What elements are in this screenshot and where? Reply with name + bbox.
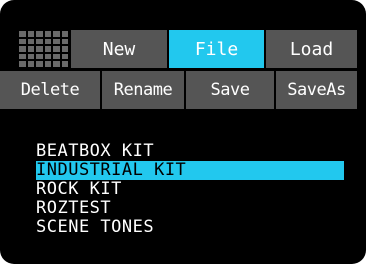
grid-icon[interactable] xyxy=(18,30,69,68)
grid-cell xyxy=(36,31,43,37)
grid-cell xyxy=(36,53,43,60)
grid-cell xyxy=(44,46,51,52)
grid-cell xyxy=(61,31,68,37)
rename-button[interactable]: Rename xyxy=(102,71,184,109)
grid-cell xyxy=(44,61,51,67)
grid-cell xyxy=(27,31,34,37)
grid-cell xyxy=(27,61,34,67)
grid-cell xyxy=(61,61,68,67)
file-item-roztest[interactable]: ROZTEST xyxy=(36,199,344,218)
device-screen: New File Load Delete Rename Save SaveAs … xyxy=(0,0,366,264)
grid-cell xyxy=(27,46,34,52)
file-item-beatbox-kit[interactable]: BEATBOX KIT xyxy=(36,142,344,161)
new-button[interactable]: New xyxy=(71,30,167,68)
delete-button[interactable]: Delete xyxy=(0,71,100,109)
grid-cell xyxy=(53,53,60,60)
saveas-button[interactable]: SaveAs xyxy=(276,71,357,109)
file-item-rock-kit[interactable]: ROCK KIT xyxy=(36,180,344,199)
grid-cell xyxy=(53,31,60,37)
grid-cell xyxy=(53,46,60,52)
grid-cell xyxy=(19,46,26,52)
file-item-industrial-kit[interactable]: INDUSTRIAL KIT xyxy=(36,161,344,180)
grid-cell xyxy=(61,53,68,60)
save-button[interactable]: Save xyxy=(186,71,274,109)
grid-cell xyxy=(44,53,51,60)
file-list: BEATBOX KIT INDUSTRIAL KIT ROCK KIT ROZT… xyxy=(36,142,344,237)
grid-cell xyxy=(44,38,51,45)
grid-cell xyxy=(19,31,26,37)
grid-cell xyxy=(27,53,34,60)
grid-cell xyxy=(36,46,43,52)
grid-cell xyxy=(61,38,68,45)
grid-cell xyxy=(53,61,60,67)
grid-cell xyxy=(27,38,34,45)
grid-cell xyxy=(61,46,68,52)
grid-cell xyxy=(44,31,51,37)
grid-cell xyxy=(36,61,43,67)
file-button[interactable]: File xyxy=(169,30,264,68)
grid-cell xyxy=(36,38,43,45)
load-button[interactable]: Load xyxy=(266,30,357,68)
grid-cell xyxy=(19,38,26,45)
grid-cell xyxy=(19,53,26,60)
grid-cell xyxy=(19,61,26,67)
grid-cell xyxy=(53,38,60,45)
file-item-scene-tones[interactable]: SCENE TONES xyxy=(36,218,344,237)
